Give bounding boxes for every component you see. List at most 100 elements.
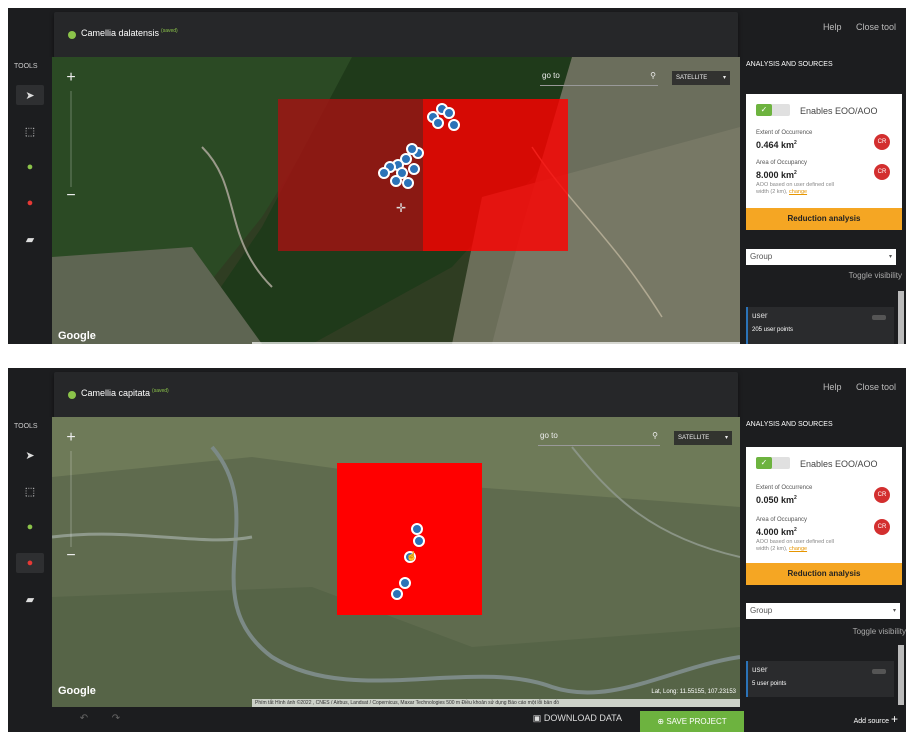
occurrence-point[interactable] bbox=[432, 117, 444, 129]
zoom-slider[interactable] bbox=[70, 91, 72, 187]
analysis-panel: ANALYSIS AND SOURCES ✓ Enables EOO/AOO E… bbox=[744, 417, 906, 732]
toggle-visibility-link[interactable]: Toggle visibility bbox=[853, 627, 906, 636]
close-tool-link[interactable]: Close tool bbox=[856, 22, 896, 32]
eoo-polygon-bright bbox=[337, 463, 482, 615]
layers-button[interactable]: ▰ bbox=[16, 229, 44, 249]
toggle-visibility-link[interactable]: Toggle visibility bbox=[849, 271, 902, 280]
layer-item-user[interactable]: user 205 user points bbox=[746, 307, 894, 344]
goto-search-input[interactable]: go to ⚲ bbox=[540, 71, 658, 86]
tools-sidebar: TOOLS ➤ ⬚ ● ● ▰ bbox=[8, 417, 52, 732]
toggle-label: Enables EOO/AOO bbox=[800, 459, 878, 469]
zoom-slider[interactable] bbox=[70, 451, 72, 547]
map-type-select[interactable]: SATELLITE ▾ bbox=[672, 71, 730, 85]
eoo-aoo-card: ✓ Enables EOO/AOO Extent of Occurrence 0… bbox=[746, 447, 902, 585]
redo-icon[interactable]: ↷ bbox=[108, 713, 124, 727]
panel-title: ANALYSIS AND SOURCES bbox=[746, 61, 833, 68]
pointer-tool-button[interactable]: ➤ bbox=[16, 85, 44, 105]
reduction-analysis-button[interactable]: Reduction analysis bbox=[746, 563, 902, 585]
add-source-button[interactable]: Add source + bbox=[744, 707, 906, 732]
layer-item-user[interactable]: user 5 user points bbox=[746, 661, 894, 697]
eoo-aoo-toggle[interactable]: ✓ bbox=[756, 104, 790, 116]
screenshot-dalatensis: Camellia dalatensis (saved) Help Close to… bbox=[8, 8, 906, 344]
top-bar: Camellia dalatensis (saved) Help Close to… bbox=[8, 8, 906, 58]
eoo-aoo-card: ✓ Enables EOO/AOO Extent of Occurrence 0… bbox=[746, 94, 902, 230]
check-icon: ✓ bbox=[756, 457, 772, 469]
close-tool-link[interactable]: Close tool bbox=[856, 382, 896, 392]
occurrence-point[interactable] bbox=[399, 577, 411, 589]
top-bar: Camellia capitata (saved) Help Close tool bbox=[8, 368, 906, 418]
occurrence-point[interactable] bbox=[411, 523, 423, 535]
aoo-change-link[interactable]: change bbox=[789, 189, 807, 195]
save-project-button[interactable]: ⊕ SAVE PROJECT bbox=[640, 711, 744, 732]
tools-label: TOOLS bbox=[14, 63, 38, 70]
select-icon: ⬚ bbox=[24, 485, 36, 498]
aoo-label: Area of Occupancy bbox=[756, 160, 808, 166]
panel-scrollbar[interactable] bbox=[898, 645, 904, 705]
help-link[interactable]: Help bbox=[823, 22, 842, 32]
download-data-button[interactable]: ▣ DOWNLOAD DATA bbox=[533, 713, 622, 724]
remove-point-button[interactable]: ● bbox=[16, 193, 44, 213]
select-tool-button[interactable]: ⬚ bbox=[16, 121, 44, 141]
aoo-note: AOO based on user defined cell width (2 … bbox=[756, 539, 834, 552]
occurrence-point[interactable] bbox=[448, 119, 460, 131]
group-select[interactable]: Group ▾ bbox=[746, 603, 900, 619]
remove-point-button[interactable]: ● bbox=[16, 553, 44, 573]
reduction-analysis-button[interactable]: Reduction analysis bbox=[746, 208, 902, 230]
add-point-icon: ● bbox=[26, 161, 34, 173]
status-dot bbox=[68, 31, 76, 39]
map-view[interactable]: ☝ + − go to ⚲ SATELLITE ▾ Google Lat, Long… bbox=[52, 417, 740, 707]
zoom-out-button[interactable]: − bbox=[60, 547, 82, 569]
layer-count: 205 user points bbox=[752, 327, 794, 333]
map-view[interactable]: ✛ + − go to ⚲ SATELLITE ▾ Google bbox=[52, 57, 740, 344]
help-link[interactable]: Help bbox=[823, 382, 842, 392]
select-tool-button[interactable]: ⬚ bbox=[16, 481, 44, 501]
screenshot-capitata: Camellia capitata (saved) Help Close tool… bbox=[8, 368, 906, 732]
google-logo: Google bbox=[58, 685, 96, 697]
layer-count: 5 user points bbox=[752, 681, 787, 687]
eoo-label: Extent of Occurrence bbox=[756, 485, 813, 491]
occurrence-point[interactable] bbox=[402, 177, 414, 189]
select-icon: ⬚ bbox=[24, 125, 36, 138]
group-select[interactable]: Group ▾ bbox=[746, 249, 896, 265]
layer-visibility-switch[interactable] bbox=[872, 669, 886, 674]
aoo-change-link[interactable]: change bbox=[789, 546, 807, 552]
aoo-status-badge: CR bbox=[874, 164, 890, 180]
eoo-label: Extent of Occurrence bbox=[756, 130, 813, 136]
map-type-select[interactable]: SATELLITE ▾ bbox=[674, 431, 732, 445]
layer-name: user bbox=[752, 311, 768, 320]
download-icon: ▣ bbox=[532, 713, 542, 723]
zoom-control: + − bbox=[60, 69, 82, 209]
occurrence-point[interactable] bbox=[391, 588, 403, 600]
aoo-status-badge: CR bbox=[874, 519, 890, 535]
occurrence-point[interactable] bbox=[390, 175, 402, 187]
layer-color-bar bbox=[746, 307, 748, 344]
zoom-in-button[interactable]: + bbox=[60, 429, 82, 451]
goto-search-input[interactable]: go to ⚲ bbox=[538, 431, 660, 446]
panel-scrollbar[interactable] bbox=[898, 291, 904, 344]
occurrence-point[interactable] bbox=[413, 535, 425, 547]
search-icon[interactable]: ⚲ bbox=[650, 71, 656, 80]
bottom-bar: ↶ ↷ ▣ DOWNLOAD DATA ⊕ SAVE PROJECT bbox=[52, 707, 744, 732]
add-point-button[interactable]: ● bbox=[16, 157, 44, 177]
search-icon[interactable]: ⚲ bbox=[652, 431, 658, 440]
undo-icon[interactable]: ↶ bbox=[76, 713, 92, 727]
status-dot bbox=[68, 391, 76, 399]
plus-icon: + bbox=[890, 712, 898, 726]
zoom-in-button[interactable]: + bbox=[60, 69, 82, 91]
aoo-value: 8.000 km2 bbox=[756, 170, 797, 180]
occurrence-point[interactable] bbox=[443, 107, 455, 119]
layers-button[interactable]: ▰ bbox=[16, 589, 44, 609]
aoo-note: AOO based on user defined cell width (2 … bbox=[756, 182, 834, 195]
cursor-hand-icon: ☝ bbox=[406, 551, 418, 561]
save-icon: ⊕ bbox=[657, 717, 665, 726]
zoom-out-button[interactable]: − bbox=[60, 187, 82, 209]
toggle-label: Enables EOO/AOO bbox=[800, 106, 878, 116]
add-point-icon: ● bbox=[26, 521, 34, 533]
occurrence-point[interactable] bbox=[408, 163, 420, 175]
chevron-down-icon: ▾ bbox=[724, 435, 728, 441]
add-point-button[interactable]: ● bbox=[16, 517, 44, 537]
layer-visibility-switch[interactable] bbox=[872, 315, 886, 320]
pointer-tool-button[interactable]: ➤ bbox=[16, 445, 44, 465]
occurrence-point[interactable] bbox=[378, 167, 390, 179]
eoo-aoo-toggle[interactable]: ✓ bbox=[756, 457, 790, 469]
